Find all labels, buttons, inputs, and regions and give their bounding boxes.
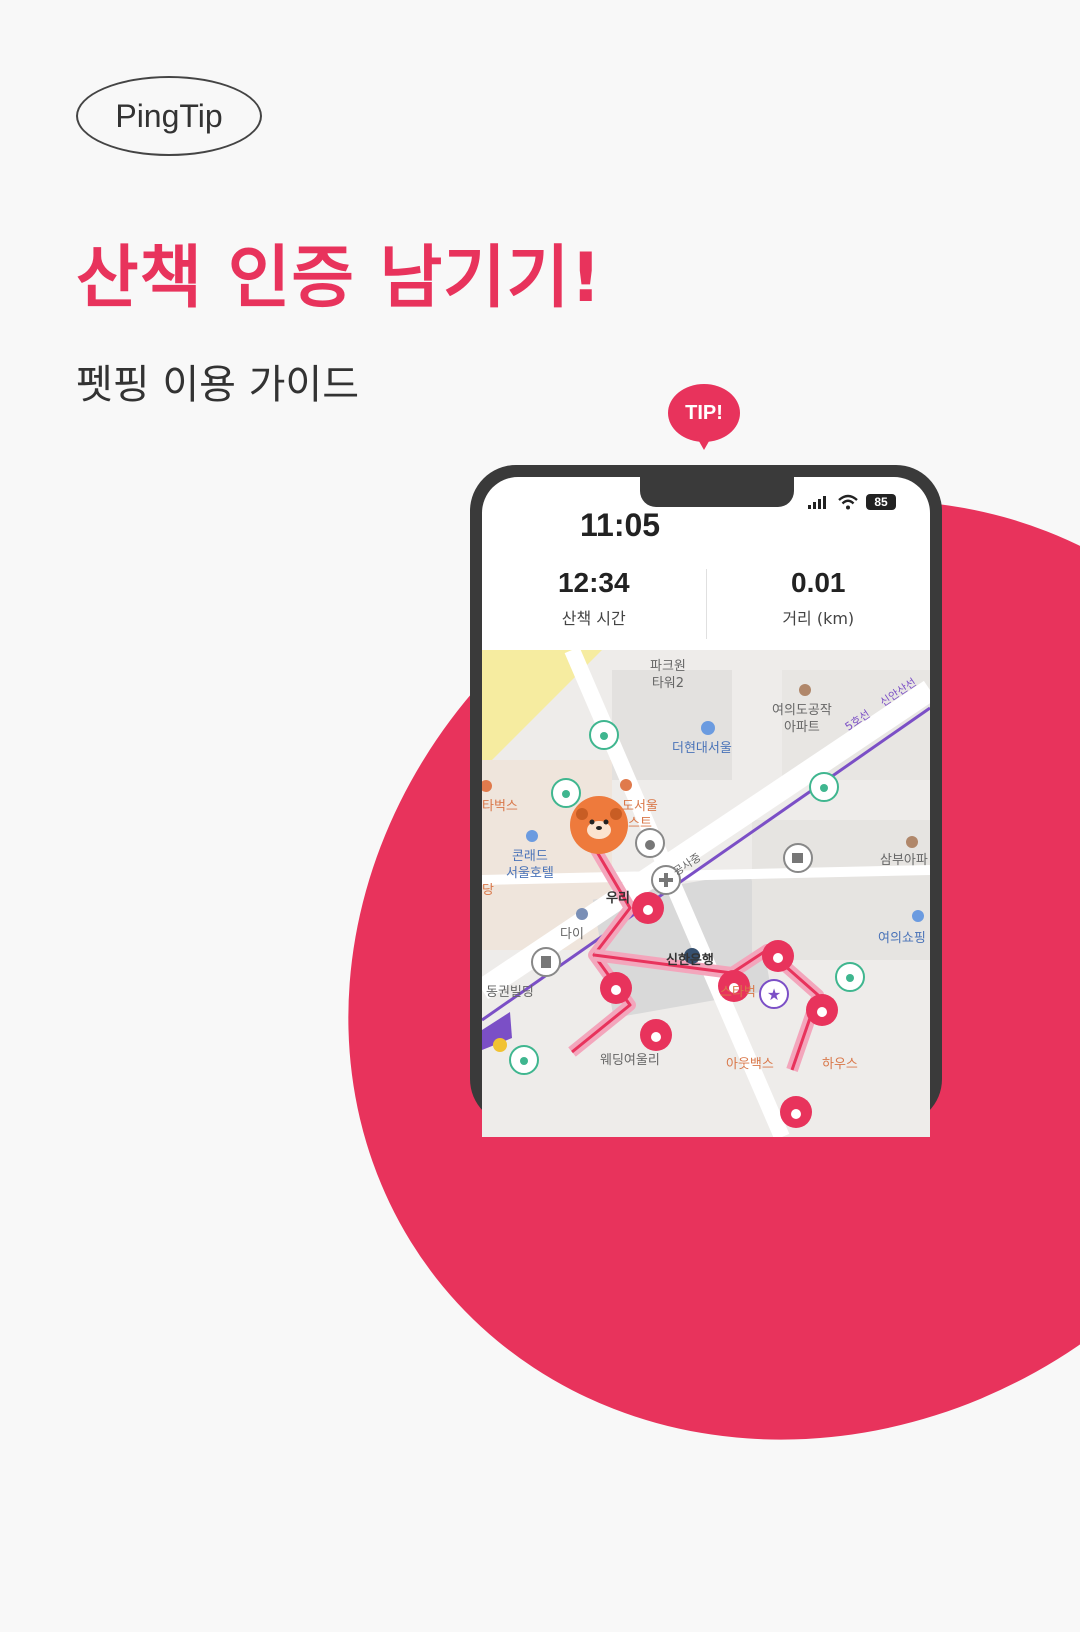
map-label-shinhan: 신한은행 [666, 953, 714, 968]
phone-screen: 11:05 85 12:34 산책 시간 0.01 거리 (km) ★ 파크원 … [482, 477, 930, 1137]
walk-map[interactable]: ★ 파크원 타워2 더현대서울 여의도공작 아파트 타벅스 도서울 스트 콘래드… [482, 650, 930, 1137]
place-icon [576, 908, 588, 920]
tip-badge-tail [696, 436, 712, 450]
phone-notch [640, 477, 794, 507]
map-label-yeouido-apt: 여의도공작 아파트 [772, 703, 832, 735]
map-label-wedding: 웨딩여울리 [600, 1053, 660, 1068]
paw-marker[interactable] [762, 940, 794, 972]
mall-icon [912, 910, 924, 922]
tip-badge-label: TIP! [685, 401, 723, 424]
map-label-hyundai: 더현대서울 [672, 741, 732, 756]
map-label-park-one: 파크원 타워2 [650, 659, 686, 691]
walk-time-stat: 12:34 산책 시간 [482, 557, 706, 643]
bag-pin[interactable] [635, 828, 665, 858]
apartment-icon-2 [906, 836, 918, 848]
paw-marker[interactable] [632, 892, 664, 924]
map-label-house: 하우스 [822, 1057, 858, 1072]
paw-marker[interactable] [600, 972, 632, 1004]
paw-marker[interactable] [780, 1096, 812, 1128]
cafe-pin[interactable] [783, 843, 813, 873]
map-label-conrad: 콘래드 서울호텔 [506, 849, 554, 881]
battery-icon: 85 [866, 494, 896, 510]
distance-stat: 0.01 거리 (km) [707, 557, 931, 643]
map-label-dai: 다이 [560, 927, 584, 942]
phone-mockup: 11:05 85 12:34 산책 시간 0.01 거리 (km) ★ 파크원 … [470, 465, 942, 1137]
paw-marker[interactable] [640, 1019, 672, 1051]
walk-time-label: 산책 시간 [561, 609, 626, 628]
wifi-icon [838, 494, 858, 510]
tip-badge: TIP! [668, 384, 740, 442]
map-label-outback: 아웃백스 [726, 1057, 774, 1072]
svg-text:★: ★ [767, 985, 781, 1004]
dog-face-icon [576, 808, 622, 839]
page-subtitle: 펫핑 이용 가이드 [76, 362, 360, 408]
apartment-icon [799, 684, 811, 696]
signal-icon [808, 496, 826, 509]
dog-avatar-marker[interactable] [570, 796, 628, 854]
distance-value: 0.01 [791, 567, 846, 598]
walk-time-value: 12:34 [557, 567, 630, 598]
map-label-woori: 우리 [606, 891, 630, 906]
pet-place-pin[interactable] [589, 720, 619, 750]
map-label-dang: 당 [482, 883, 494, 898]
trash-pin[interactable] [531, 947, 561, 977]
battery-level: 85 [874, 495, 888, 509]
brand-logo: PingTip [76, 76, 262, 156]
brand-label: PingTip [115, 97, 223, 134]
paw-marker[interactable] [806, 994, 838, 1026]
hotel-icon [526, 830, 538, 842]
distance-label: 거리 (km) [782, 609, 855, 628]
status-time: 11:05 [580, 507, 661, 543]
map-label-starbucks-bottom: 스타벅 [720, 985, 756, 1000]
dept-store-icon [701, 721, 715, 735]
map-label-yeoui-shopping: 여의쇼핑 [878, 931, 926, 946]
pet-place-pin[interactable] [835, 962, 865, 992]
pet-place-pin[interactable] [509, 1045, 539, 1075]
map-label-starbucks-left: 타벅스 [482, 799, 518, 814]
line5-badge [493, 1038, 507, 1052]
map-label-building: 동권빌딩 [486, 985, 534, 1000]
status-icons: 85 [808, 493, 896, 511]
walk-stats: 12:34 산책 시간 0.01 거리 (km) [482, 557, 930, 643]
favorite-star-pin[interactable]: ★ [759, 979, 789, 1009]
pet-place-pin[interactable] [809, 772, 839, 802]
map-label-seoul-left: 도서울 스트 [622, 799, 658, 831]
map-label-samboo: 삼부아파 [880, 853, 928, 868]
page-title: 산책 인증 남기기! [76, 239, 603, 318]
restaurant-icon [620, 779, 632, 791]
